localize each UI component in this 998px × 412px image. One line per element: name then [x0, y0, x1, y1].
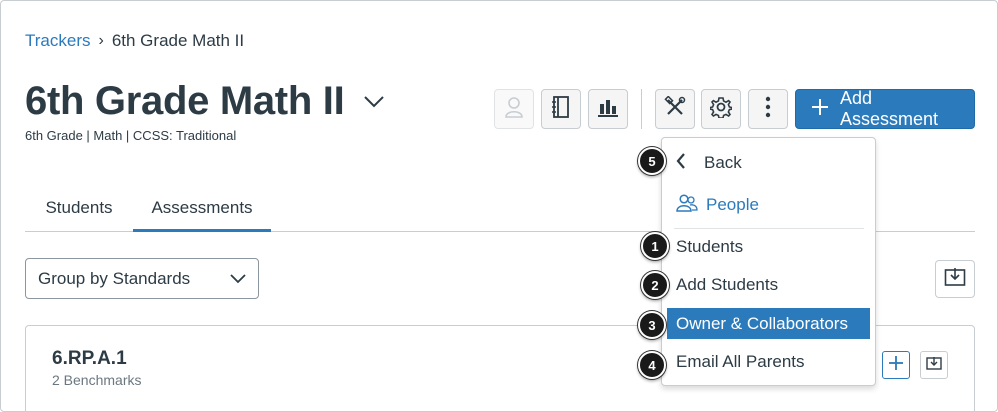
add-assessment-label: Add Assessment: [840, 88, 939, 129]
reports-button[interactable]: [588, 89, 628, 129]
card-export-button[interactable]: [920, 351, 948, 379]
download-icon: [944, 267, 966, 292]
gradebook-button[interactable]: [541, 89, 581, 129]
add-assessment-button[interactable]: Add Assessment: [795, 88, 975, 129]
menu-people-label: People: [706, 195, 759, 214]
menu-item-students[interactable]: Students: [662, 233, 877, 261]
tools-icon: [664, 94, 686, 123]
callout-badge: 1: [641, 232, 669, 260]
callout-badge: 5: [638, 147, 666, 175]
breadcrumb-trackers-link[interactable]: Trackers: [25, 31, 91, 51]
menu-back-item[interactable]: Back: [662, 150, 877, 176]
menu-item-owner-collaborators[interactable]: Owner & Collaborators: [667, 308, 870, 339]
app-frame: Trackers › 6th Grade Math II 6th Grade M…: [0, 0, 998, 412]
breadcrumb-current: 6th Grade Math II: [111, 31, 245, 50]
chevron-down-icon[interactable]: [362, 90, 386, 114]
settings-button[interactable]: [701, 89, 741, 129]
breadcrumb: Trackers › 6th Grade Math II: [25, 31, 244, 51]
toolbar-divider: [641, 89, 642, 129]
group-by-select[interactable]: Group by Standards: [25, 258, 259, 299]
menu-item-add-students[interactable]: Add Students: [662, 271, 877, 299]
menu-divider: [674, 228, 864, 229]
standard-title: 6.RP.A.1: [52, 348, 127, 369]
download-icon: [926, 356, 942, 375]
person-icon: [503, 95, 525, 124]
chevron-left-icon: [676, 152, 686, 174]
more-options-button[interactable]: [748, 89, 788, 129]
breadcrumb-separator: ›: [98, 32, 104, 49]
page-subtitle: 6th Grade | Math | CCSS: Traditional: [25, 128, 237, 143]
standard-subtitle: 2 Benchmarks: [52, 372, 142, 388]
menu-back-label: Back: [704, 153, 742, 172]
callout-badge: 4: [638, 351, 666, 379]
callout-badge: 2: [641, 271, 669, 299]
more-vertical-icon: [765, 96, 771, 123]
more-options-menu: Back People Students Add Students Owner …: [661, 137, 876, 386]
plus-icon: [888, 355, 904, 376]
plus-icon: [810, 97, 830, 122]
tab-assessments[interactable]: Assessments: [133, 191, 271, 232]
add-benchmark-button[interactable]: [882, 351, 910, 379]
menu-item-email-all-parents[interactable]: Email All Parents: [662, 348, 877, 376]
group-by-select-value: Group by Standards: [38, 268, 191, 288]
bar-chart-icon: [597, 96, 619, 123]
page-title: 6th Grade Math II: [25, 79, 345, 123]
chevron-down-icon: [230, 269, 246, 289]
tab-students[interactable]: Students: [25, 191, 133, 232]
student-view-button[interactable]: [494, 89, 534, 129]
people-icon: [676, 193, 698, 218]
export-button[interactable]: [935, 260, 975, 298]
title-row: 6th Grade Math II: [25, 79, 386, 124]
menu-people-header: People: [662, 192, 877, 218]
gradebook-icon: [551, 95, 571, 124]
tools-button[interactable]: [655, 89, 695, 129]
callout-badge: 3: [638, 311, 666, 339]
gear-icon: [709, 96, 733, 123]
